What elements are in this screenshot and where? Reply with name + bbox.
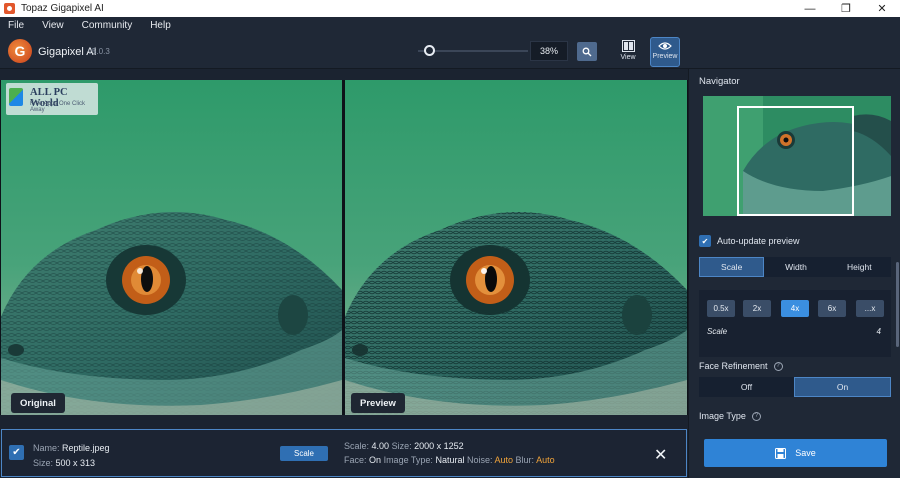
- close-icon[interactable]: ✕: [864, 0, 900, 17]
- settings-sidebar: Navigator ✔ Auto-update preview Scale Wi…: [688, 69, 900, 478]
- view-button-label: View: [620, 54, 636, 61]
- remove-file-close-icon[interactable]: ✕: [654, 445, 667, 465]
- navigator-thumbnail[interactable]: [703, 96, 891, 216]
- face-refinement-toggle: Off On: [699, 377, 891, 397]
- preview-image-panel[interactable]: Preview: [345, 80, 687, 415]
- face-refinement-title: Face Refinement: [699, 361, 768, 371]
- menu-file[interactable]: File: [8, 20, 24, 31]
- app-logo-icon: [4, 3, 15, 14]
- original-label: Original: [11, 393, 65, 413]
- auto-update-label: Auto-update preview: [717, 236, 800, 246]
- watermark-logo-icon: [9, 88, 23, 106]
- auto-update-checkbox[interactable]: ✔: [699, 235, 711, 247]
- scale-option-2x[interactable]: 2x: [743, 300, 771, 317]
- zoom-slider-handle[interactable]: [424, 45, 435, 56]
- save-button-label: Save: [795, 448, 816, 458]
- face-refinement-on[interactable]: On: [794, 377, 891, 397]
- zoom-fit-button[interactable]: [577, 42, 597, 61]
- title-bar: Topaz Gigapixel AI — ❐ ✕: [0, 0, 900, 17]
- split-view-icon: [621, 40, 635, 52]
- file-size-label: Size:: [33, 458, 54, 468]
- window-controls: — ❐ ✕: [792, 0, 900, 17]
- scale-option-6x[interactable]: 6x: [818, 300, 846, 317]
- scale-row-label: Scale: [707, 327, 728, 336]
- help-icon[interactable]: ?: [773, 361, 783, 371]
- scale-options-panel: 0.5x 2x 4x 6x ...x Scale 4: [699, 290, 891, 357]
- file-name-label: Name:: [33, 443, 60, 453]
- original-image-panel[interactable]: ALL PC World Free Apps One Click Away Or…: [1, 80, 342, 415]
- reptile-image-original: [1, 80, 342, 415]
- navigator-viewport-frame[interactable]: [737, 106, 854, 216]
- scale-option-custom[interactable]: ...x: [856, 300, 884, 317]
- preview-button-label: Preview: [652, 53, 678, 60]
- watermark-tagline: Free Apps One Click Away: [30, 101, 86, 113]
- output-scale-value: 4.00: [371, 441, 390, 451]
- dimension-mode-tabs: Scale Width Height: [699, 257, 891, 277]
- save-button[interactable]: Save: [704, 439, 887, 467]
- image-type-heading: Image Type ?: [699, 411, 761, 421]
- output-info-line1: Scale: 4.00 Size: 2000 x 1252: [344, 441, 464, 451]
- tab-scale[interactable]: Scale: [699, 257, 765, 277]
- output-info-line2: Face: On Image Type: Natural Noise: Auto…: [344, 455, 555, 465]
- help-icon[interactable]: ?: [751, 411, 761, 421]
- eye-icon: [658, 42, 672, 50]
- view-button[interactable]: View: [613, 37, 643, 67]
- face-refinement-heading: Face Refinement ?: [699, 361, 783, 371]
- app-version: v5.0.3: [88, 47, 110, 56]
- search-icon: [582, 47, 592, 56]
- file-name-value: Reptile.jpeg: [62, 443, 110, 453]
- save-icon: [775, 447, 787, 459]
- file-size: Size: 500 x 313: [33, 458, 95, 468]
- noise-label: Noise:: [466, 455, 493, 465]
- scale-badge-button[interactable]: Scale: [280, 446, 328, 461]
- file-name: Name: Reptile.jpeg: [33, 443, 110, 453]
- gigapixel-logo-icon: G: [8, 39, 32, 63]
- tab-height[interactable]: Height: [828, 257, 891, 277]
- preview-button[interactable]: Preview: [650, 37, 680, 67]
- zoom-input[interactable]: 38%: [530, 41, 568, 61]
- menu-bar: File View Community Help: [0, 17, 900, 33]
- menu-community[interactable]: Community: [82, 20, 133, 31]
- face-value: On: [369, 455, 382, 465]
- image-type-label: Image Type:: [383, 455, 433, 465]
- output-size-label: Size:: [391, 441, 412, 451]
- menu-help[interactable]: Help: [150, 20, 171, 31]
- image-type-title: Image Type: [699, 411, 746, 421]
- file-size-value: 500 x 313: [55, 458, 96, 468]
- compare-divider[interactable]: [342, 80, 345, 415]
- menu-view[interactable]: View: [42, 20, 64, 31]
- navigator-title: Navigator: [699, 76, 740, 87]
- scale-row-value[interactable]: 4: [877, 327, 881, 336]
- file-row[interactable]: ✔ Name: Reptile.jpeg Size: 500 x 313 Sca…: [1, 429, 687, 477]
- watermark: ALL PC World Free Apps One Click Away: [6, 83, 98, 115]
- blur-label: Blur:: [515, 455, 535, 465]
- face-refinement-off[interactable]: Off: [699, 377, 794, 397]
- output-size-value: 2000 x 1252: [414, 441, 464, 451]
- face-label: Face:: [344, 455, 367, 465]
- image-type-value: Natural: [435, 455, 465, 465]
- output-scale-label: Scale:: [344, 441, 370, 451]
- tab-width[interactable]: Width: [764, 257, 827, 277]
- sidebar-scrollbar[interactable]: [896, 262, 899, 347]
- preview-label: Preview: [351, 393, 405, 413]
- window-title: Topaz Gigapixel AI: [21, 3, 104, 14]
- reptile-image-preview: [345, 80, 687, 415]
- auto-update-preview[interactable]: ✔ Auto-update preview: [699, 235, 800, 247]
- scale-option-0-5x[interactable]: 0.5x: [707, 300, 735, 317]
- toolbar: G Gigapixel AI v5.0.3 38% View Preview: [0, 33, 900, 69]
- maximize-icon[interactable]: ❐: [828, 0, 864, 17]
- blur-value: Auto: [536, 455, 555, 465]
- noise-value: Auto: [494, 455, 514, 465]
- minimize-icon[interactable]: —: [792, 0, 828, 17]
- file-select-checkbox[interactable]: ✔: [9, 445, 24, 460]
- scale-option-4x[interactable]: 4x: [781, 300, 809, 317]
